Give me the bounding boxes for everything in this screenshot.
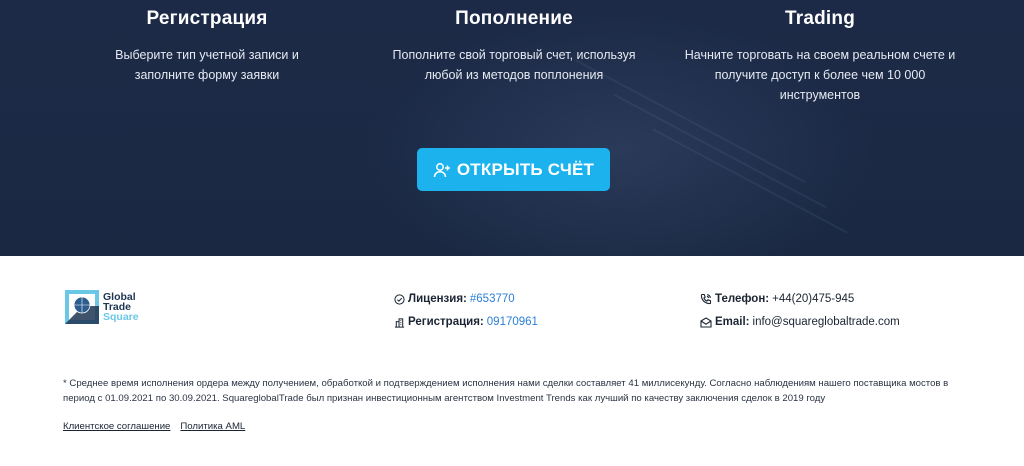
logo-text: Global Trade Square: [103, 291, 139, 323]
license-link[interactable]: #653770: [470, 292, 515, 306]
step-description: Начните торговать на своем реальном счет…: [684, 48, 956, 102]
phone-value[interactable]: +44(20)475-945: [772, 292, 854, 306]
license-label: Лицензия:: [408, 293, 467, 305]
footer-links: Клиентское соглашение Политика AML: [63, 421, 245, 432]
client-agreement-link[interactable]: Клиентское соглашение: [63, 421, 170, 432]
user-plus-icon: [433, 161, 451, 179]
phone-icon: [700, 293, 712, 305]
step-trading: Trading Начните торговать на своем реаль…: [670, 8, 970, 105]
step-title: Trading: [784, 8, 855, 29]
step-title: Регистрация: [146, 8, 268, 29]
disclaimer: * Среднее время исполнения ордера между …: [63, 378, 949, 404]
email-value[interactable]: info@squareglobaltrade.com: [753, 315, 900, 329]
step-registration: Регистрация Выберите тип учетной записи …: [57, 8, 357, 85]
envelope-icon: [700, 316, 712, 328]
email-info: Email: info@squareglobaltrade.com: [700, 315, 900, 329]
license-info: Лицензия: #653770: [394, 292, 515, 306]
check-circle-icon: [394, 293, 405, 305]
step-description: Выберите тип учетной записи и заполните …: [115, 48, 299, 82]
registration-link[interactable]: 09170961: [487, 315, 538, 329]
logo-icon: [65, 290, 99, 324]
email-label: Email:: [715, 316, 750, 328]
logo[interactable]: Global Trade Square: [63, 288, 139, 326]
building-icon: [394, 317, 405, 328]
registration-info: Регистрация: 09170961: [394, 315, 538, 329]
phone-label: Телефон:: [715, 293, 770, 305]
step-description: Пополните свой торговый счет, используя …: [392, 48, 636, 82]
open-account-label: ОТКРЫТЬ СЧЁТ: [456, 159, 595, 179]
registration-label: Регистрация:: [408, 316, 484, 328]
hero-section: Регистрация Выберите тип учетной записи …: [0, 0, 1024, 256]
step-deposit: Пополнение Пополните свой торговый счет,…: [364, 8, 664, 85]
open-account-button[interactable]: ОТКРЫТЬ СЧЁТ: [417, 148, 610, 191]
step-title: Пополнение: [455, 8, 573, 29]
aml-policy-link[interactable]: Политика AML: [180, 421, 245, 432]
phone-info: Телефон: +44(20)475-945: [700, 292, 854, 306]
